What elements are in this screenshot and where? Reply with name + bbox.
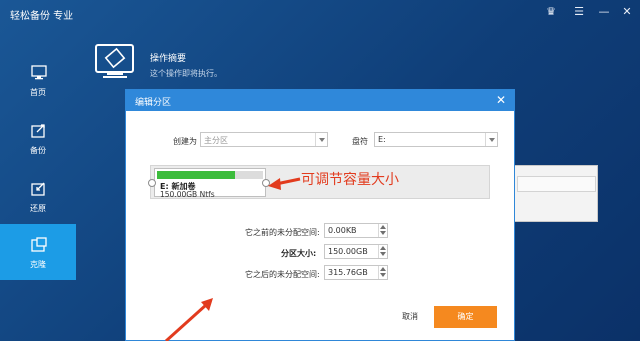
sidebar: 首页 备份 还原 克隆	[0, 52, 76, 341]
partition-usage-fill	[157, 171, 236, 179]
annotation-text: 可调节容量大小	[301, 172, 399, 188]
dialog-title: 编辑分区	[135, 98, 172, 108]
dialog-header: 编辑分区 ✕	[126, 90, 514, 111]
app-title: 轻松备份 专业	[10, 11, 74, 22]
partition-size-label: 分区大小:	[281, 249, 317, 258]
partition-size-input[interactable]: 150.00GB	[324, 244, 388, 259]
stepper-icon[interactable]	[378, 245, 387, 258]
background-partition-block	[517, 176, 596, 192]
sidebar-item-home[interactable]: 首页	[0, 52, 76, 108]
drive-letter-label: 盘符	[352, 137, 368, 146]
minimize-icon[interactable]: —	[597, 5, 611, 19]
menu-icon[interactable]: ☰	[572, 5, 586, 19]
app-window: 轻松备份 专业 ♛ ☰ — ✕ 首页 备份 还原 克隆 操作摘要 这个操作即将执…	[0, 0, 640, 341]
drive-letter-value: E:	[378, 135, 386, 144]
sidebar-item-clone[interactable]: 克隆	[0, 224, 76, 280]
partition-size-value: 150.00GB	[328, 247, 368, 256]
sidebar-item-backup[interactable]: 备份	[0, 110, 76, 166]
unalloc-after-label: 它之后的未分配空间:	[245, 270, 320, 279]
stepper-icon[interactable]	[378, 266, 387, 279]
clone-icon	[31, 237, 47, 252]
operation-summary-icon	[95, 44, 134, 78]
create-as-label: 创建为	[173, 137, 197, 146]
unalloc-after-input[interactable]: 315.76GB	[324, 265, 388, 280]
sidebar-item-label: 备份	[30, 146, 46, 155]
sidebar-item-label: 还原	[30, 204, 46, 213]
create-as-select[interactable]: 主分区	[200, 132, 328, 147]
sidebar-item-label: 克隆	[30, 260, 46, 269]
home-monitor-icon	[31, 65, 47, 80]
chevron-down-icon	[485, 133, 497, 146]
ok-button[interactable]: 确定	[434, 306, 497, 328]
sidebar-item-restore[interactable]: 还原	[0, 168, 76, 224]
partition-info: 150.00GB Ntfs	[160, 190, 215, 199]
backup-icon	[31, 124, 45, 138]
create-as-value: 主分区	[204, 136, 228, 145]
close-icon[interactable]: ✕	[620, 5, 634, 19]
right-resize-handle[interactable]	[262, 179, 270, 187]
left-resize-handle[interactable]	[148, 179, 156, 187]
drive-letter-select[interactable]: E:	[374, 132, 498, 147]
close-icon[interactable]: ✕	[494, 93, 508, 107]
unalloc-before-label: 它之前的未分配空间:	[245, 228, 320, 237]
unalloc-before-input[interactable]: 0.00KB	[324, 223, 388, 238]
sidebar-item-label: 首页	[30, 88, 46, 97]
partition-usage-bar	[157, 171, 263, 179]
upgrade-crown-icon[interactable]: ♛	[544, 5, 558, 19]
stepper-icon[interactable]	[378, 224, 387, 237]
unalloc-after-value: 315.76GB	[328, 268, 368, 277]
edit-partition-dialog: 编辑分区 ✕ 创建为 主分区 盘符 E: E: 新加卷 150.00GB Ntf…	[125, 89, 515, 341]
partition-block[interactable]: E: 新加卷 150.00GB Ntfs	[154, 168, 266, 199]
cancel-button[interactable]: 取消	[390, 308, 430, 326]
chevron-down-icon	[315, 133, 327, 146]
operation-subtitle: 这个操作即将执行。	[150, 69, 222, 78]
unalloc-before-value: 0.00KB	[328, 226, 357, 235]
restore-icon	[31, 182, 45, 196]
operation-title: 操作摘要	[150, 54, 187, 64]
title-bar: 轻松备份 专业 ♛ ☰ — ✕	[0, 0, 640, 26]
